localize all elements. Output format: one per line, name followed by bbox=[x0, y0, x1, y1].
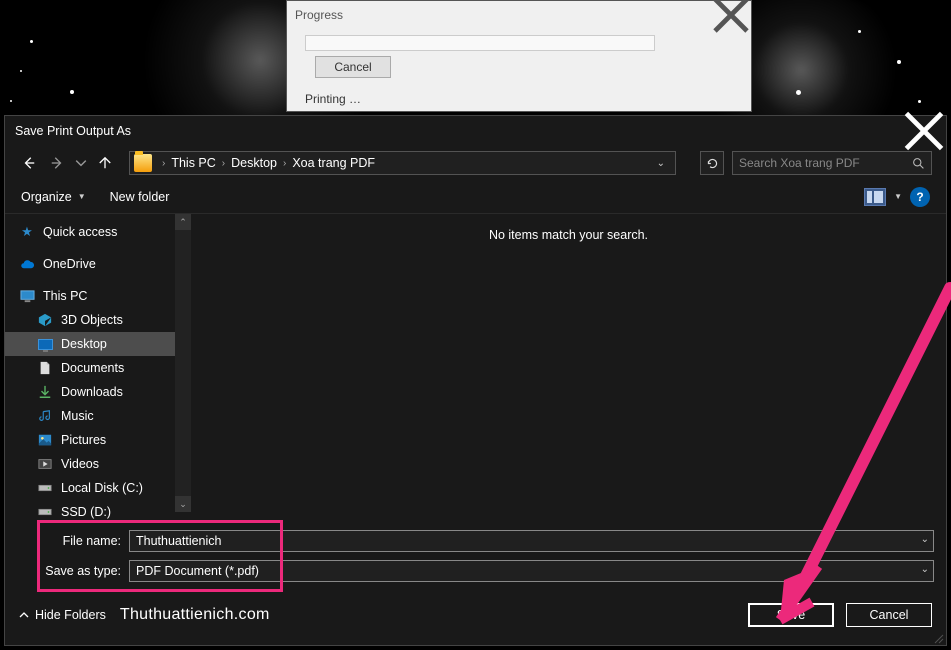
nav-forward-button[interactable] bbox=[47, 153, 67, 173]
cloud-icon bbox=[19, 256, 35, 272]
progress-bar bbox=[305, 35, 655, 51]
picture-icon bbox=[37, 432, 53, 448]
resize-grip[interactable] bbox=[932, 631, 944, 643]
sidebar-item-documents[interactable]: Documents bbox=[5, 356, 191, 380]
sidebar-item-ssd-d[interactable]: SSD (D:) bbox=[5, 500, 191, 524]
address-dropdown[interactable]: ⌄ bbox=[651, 158, 671, 169]
computer-icon bbox=[19, 288, 35, 304]
empty-message: No items match your search. bbox=[489, 228, 648, 242]
refresh-icon bbox=[706, 157, 719, 170]
sidebar-item-videos[interactable]: Videos bbox=[5, 452, 191, 476]
filename-input[interactable]: Thuthuattienich ⌄ bbox=[129, 530, 934, 552]
search-placeholder: Search Xoa trang PDF bbox=[739, 156, 912, 170]
progress-close-button[interactable] bbox=[711, 1, 751, 29]
folder-icon bbox=[134, 154, 152, 172]
progress-status: Printing … bbox=[305, 92, 733, 106]
chevron-up-icon bbox=[19, 610, 29, 620]
search-input[interactable]: Search Xoa trang PDF bbox=[732, 151, 932, 175]
filetype-label: Save as type: bbox=[5, 564, 129, 578]
crumb-sep[interactable]: › bbox=[158, 158, 169, 169]
view-options-button[interactable] bbox=[864, 188, 886, 206]
disk-icon bbox=[37, 504, 53, 520]
new-folder-button[interactable]: New folder bbox=[110, 190, 170, 204]
crumb-sep[interactable]: › bbox=[279, 158, 290, 169]
music-icon bbox=[37, 408, 53, 424]
desktop-icon bbox=[37, 336, 53, 352]
refresh-button[interactable] bbox=[700, 151, 724, 175]
cube-icon bbox=[37, 312, 53, 328]
dialog-title: Save Print Output As bbox=[15, 124, 131, 138]
close-icon bbox=[711, 0, 751, 35]
sidebar-item-local-disk-c[interactable]: Local Disk (C:) bbox=[5, 476, 191, 500]
crumb-sep[interactable]: › bbox=[218, 158, 229, 169]
view-dropdown[interactable]: ▼ bbox=[894, 192, 902, 201]
search-icon bbox=[912, 157, 925, 170]
nav-recent-button[interactable] bbox=[75, 153, 87, 173]
sidebar-item-quick-access[interactable]: ★ Quick access bbox=[5, 220, 191, 244]
hide-folders-button[interactable]: Hide Folders bbox=[19, 608, 106, 622]
help-button[interactable]: ? bbox=[910, 187, 930, 207]
sidebar-item-downloads[interactable]: Downloads bbox=[5, 380, 191, 404]
file-list[interactable]: No items match your search. bbox=[191, 214, 946, 512]
arrow-up-icon bbox=[98, 156, 112, 170]
dialog-footer: Hide Folders Thuthuattienich.com Save Ca… bbox=[5, 592, 946, 638]
disk-icon bbox=[37, 480, 53, 496]
arrow-left-icon bbox=[22, 156, 36, 170]
sidebar-item-onedrive[interactable]: OneDrive bbox=[5, 252, 191, 276]
save-dialog: Save Print Output As › This PC › Desktop… bbox=[4, 115, 947, 646]
chevron-down-icon: ▼ bbox=[78, 192, 86, 201]
nav-back-button[interactable] bbox=[19, 153, 39, 173]
crumb-desktop[interactable]: Desktop bbox=[229, 156, 279, 170]
crumb-this-pc[interactable]: This PC bbox=[169, 156, 217, 170]
scroll-down-button[interactable]: ⌄ bbox=[175, 496, 191, 512]
filename-label: File name: bbox=[5, 534, 129, 548]
arrow-right-icon bbox=[50, 156, 64, 170]
scroll-up-button[interactable]: ⌃ bbox=[175, 214, 191, 230]
progress-titlebar[interactable]: Progress bbox=[287, 1, 751, 29]
organize-menu[interactable]: Organize ▼ bbox=[21, 190, 86, 204]
watermark-text: Thuthuattienich.com bbox=[120, 606, 270, 624]
progress-title: Progress bbox=[295, 8, 343, 22]
chevron-down-icon[interactable]: ⌄ bbox=[921, 564, 929, 575]
download-icon bbox=[37, 384, 53, 400]
progress-dialog: Progress Cancel Printing … bbox=[286, 0, 752, 112]
nav-up-button[interactable] bbox=[95, 153, 115, 173]
sidebar-item-music[interactable]: Music bbox=[5, 404, 191, 428]
filetype-select[interactable]: PDF Document (*.pdf) ⌄ bbox=[129, 560, 934, 582]
document-icon bbox=[37, 360, 53, 376]
save-button[interactable]: Save bbox=[748, 603, 834, 627]
sidebar: ⌃ ⌄ ★ Quick access OneDrive This PC bbox=[5, 214, 191, 512]
sidebar-item-desktop[interactable]: Desktop bbox=[5, 332, 191, 356]
crumb-folder[interactable]: Xoa trang PDF bbox=[290, 156, 377, 170]
star-icon: ★ bbox=[19, 224, 35, 240]
nav-bar: › This PC › Desktop › Xoa trang PDF ⌄ Se… bbox=[5, 146, 946, 180]
close-icon bbox=[902, 109, 946, 153]
scrollbar[interactable] bbox=[175, 230, 191, 496]
progress-cancel-button[interactable]: Cancel bbox=[315, 56, 391, 78]
sidebar-item-this-pc[interactable]: This PC bbox=[5, 284, 191, 308]
dialog-titlebar[interactable]: Save Print Output As bbox=[5, 116, 946, 146]
toolbar: Organize ▼ New folder ▼ ? bbox=[5, 180, 946, 214]
chevron-down-icon[interactable]: ⌄ bbox=[921, 534, 929, 545]
video-icon bbox=[37, 456, 53, 472]
cancel-button[interactable]: Cancel bbox=[846, 603, 932, 627]
address-bar[interactable]: › This PC › Desktop › Xoa trang PDF ⌄ bbox=[129, 151, 676, 175]
chevron-down-icon bbox=[75, 156, 87, 170]
dialog-close-button[interactable] bbox=[902, 116, 946, 146]
sidebar-item-pictures[interactable]: Pictures bbox=[5, 428, 191, 452]
sidebar-item-3d-objects[interactable]: 3D Objects bbox=[5, 308, 191, 332]
